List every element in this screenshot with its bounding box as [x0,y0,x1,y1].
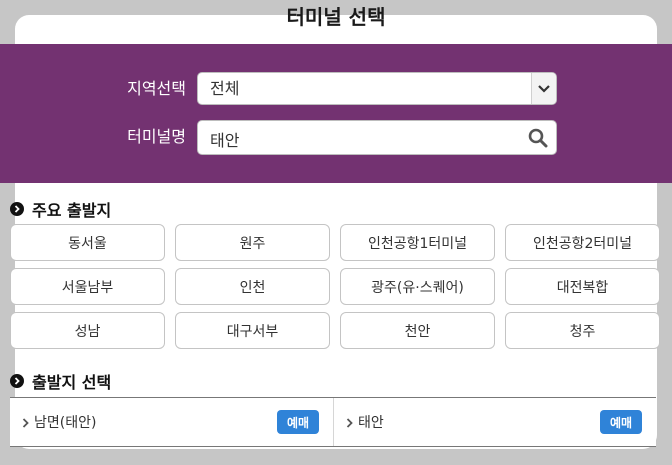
terminal-button[interactable]: 인천공항2터미널 [505,224,660,261]
region-label: 지역선택 [127,79,186,98]
region-select-value: 전체 [210,79,240,98]
terminal-button[interactable]: 성남 [10,312,165,349]
departure-select-title: 출발지 선택 [32,373,112,392]
terminal-button[interactable]: 천안 [340,312,495,349]
terminal-button[interactable]: 광주(유·스퀘어) [340,268,495,305]
terminal-button[interactable]: 대구서부 [175,312,330,349]
chevron-right-icon [346,413,353,432]
departure-row[interactable]: 남면(태안) 예매 [10,398,333,446]
terminal-button[interactable]: 서울남부 [10,268,165,305]
terminal-search-input[interactable] [208,123,512,154]
departure-list: 남면(태안) 예매 태안 예매 [10,397,656,447]
departure-name: 태안 [358,415,384,431]
terminal-search-field[interactable] [197,120,557,155]
terminal-button[interactable]: 동서울 [10,224,165,261]
terminal-button[interactable]: 청주 [505,312,660,349]
region-select[interactable]: 전체 [197,72,557,105]
major-departures-grid: 동서울 원주 인천공항1터미널 인천공항2터미널 서울남부 인천 광주(유·스퀘… [10,224,660,349]
departure-name: 남면(태안) [34,415,97,431]
reserve-button[interactable]: 예매 [277,410,319,434]
arrow-right-circle-icon [10,374,24,388]
departure-row[interactable]: 태안 예매 [333,398,656,446]
terminal-button[interactable]: 인천 [175,268,330,305]
terminal-button[interactable]: 인천공항1터미널 [340,224,495,261]
major-departures-title: 주요 출발지 [32,201,112,220]
chevron-down-icon[interactable] [531,73,556,104]
major-departures-heading: 주요 출발지 [10,197,111,221]
reserve-button[interactable]: 예매 [600,410,642,434]
terminal-button[interactable]: 대전복합 [505,268,660,305]
modal-title: 터미널 선택 [286,5,386,29]
terminal-name-label: 터미널명 [127,127,186,146]
terminal-button[interactable]: 원주 [175,224,330,261]
chevron-right-icon [22,413,29,432]
departure-select-heading: 출발지 선택 [10,369,111,393]
arrow-right-circle-icon [10,202,24,216]
search-icon[interactable] [528,128,548,152]
filter-panel: 지역선택 전체 터미널명 [0,44,672,183]
